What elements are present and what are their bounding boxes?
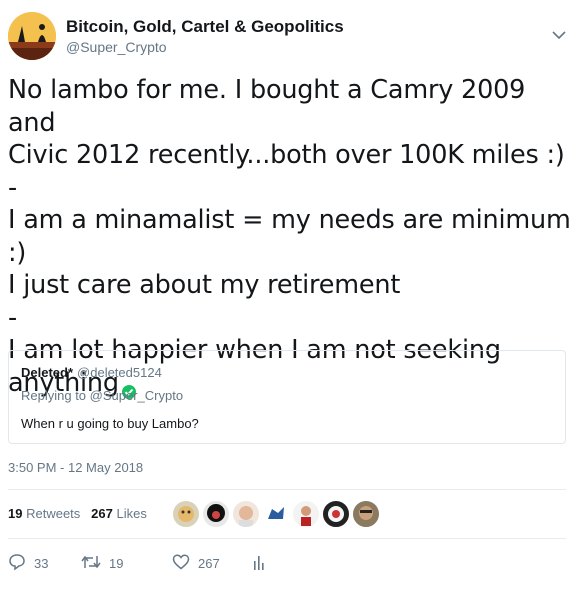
author-avatar[interactable] — [8, 12, 56, 60]
chevron-down-icon[interactable] — [550, 26, 568, 44]
quoted-tweet-author: Deleted* @deleted5124 — [21, 365, 162, 380]
liker-avatar[interactable] — [172, 500, 200, 528]
retweets-stat[interactable]: 19 Retweets — [8, 506, 80, 521]
tweet-stats: 19 Retweets 267 Likes — [8, 506, 147, 521]
tweet-timestamp[interactable]: 3:50 PM - 12 May 2018 — [8, 460, 143, 475]
author-handle[interactable]: @Super_Crypto — [66, 39, 167, 55]
like-count: 267 — [198, 556, 220, 571]
divider — [8, 489, 566, 490]
like-button[interactable]: 267 — [172, 553, 220, 574]
analytics-button[interactable] — [252, 553, 274, 574]
divider — [8, 538, 566, 539]
retweet-count: 19 — [109, 556, 124, 571]
reply-button[interactable]: 33 — [8, 553, 48, 574]
quoted-replying-to: Replying to @Super_Crypto — [21, 388, 184, 403]
liker-avatar[interactable] — [292, 500, 320, 528]
liker-avatar[interactable] — [262, 500, 290, 528]
liker-avatar[interactable] — [202, 500, 230, 528]
reply-icon — [8, 553, 34, 574]
retweets-count: 19 — [8, 506, 23, 521]
quoted-display-name: Deleted* — [21, 365, 74, 380]
liker-avatar[interactable] — [352, 500, 380, 528]
retweets-label: Retweets — [26, 506, 81, 521]
likes-stat[interactable]: 267 Likes — [91, 506, 147, 521]
likes-label: Likes — [116, 506, 147, 521]
quoted-tweet[interactable]: Deleted* @deleted5124 Replying to @Super_… — [8, 350, 566, 444]
liker-avatar[interactable] — [232, 500, 260, 528]
liker-avatar[interactable] — [322, 500, 350, 528]
author-display-name[interactable]: Bitcoin, Gold, Cartel & Geopolitics — [66, 17, 344, 37]
likes-count: 267 — [91, 506, 113, 521]
bar-chart-icon — [252, 553, 274, 574]
heart-icon — [172, 553, 198, 574]
quoted-text: When r u going to buy Lambo? — [21, 416, 199, 431]
quoted-handle: @deleted5124 — [77, 365, 162, 380]
reply-count: 33 — [34, 556, 49, 571]
retweet-button[interactable]: 19 — [81, 553, 123, 574]
retweet-icon — [81, 553, 109, 574]
